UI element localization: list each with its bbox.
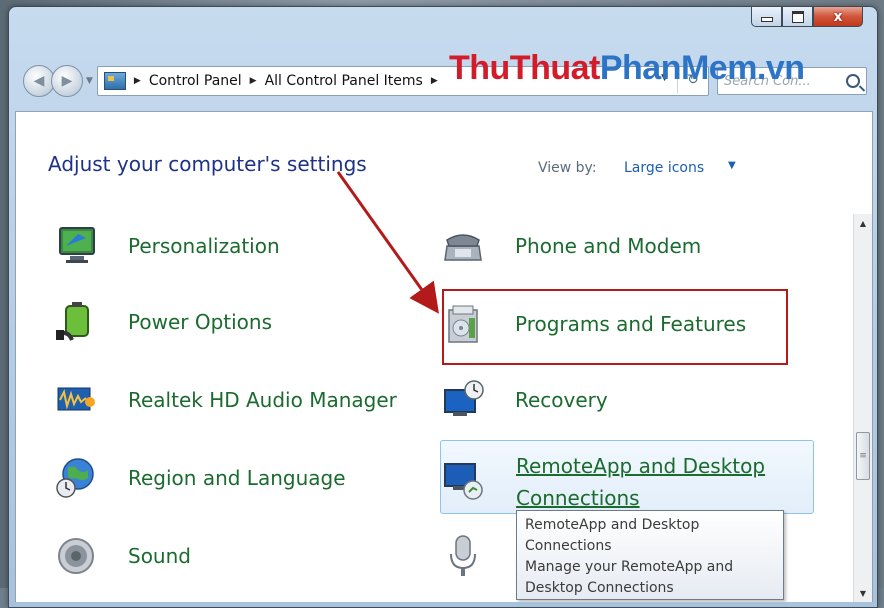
breadcrumb-separator-icon[interactable]: ▶ bbox=[431, 76, 438, 86]
minimize-button[interactable] bbox=[751, 7, 782, 27]
control-panel-window: x ◀ ▶ ▼ ▶ Control Panel ▶ All Control Pa… bbox=[8, 6, 878, 608]
watermark-part2: PhanMem.vn bbox=[599, 49, 805, 87]
recent-pages-dropdown[interactable]: ▼ bbox=[86, 76, 93, 86]
maximize-icon bbox=[791, 10, 804, 23]
minimize-icon bbox=[760, 17, 773, 22]
caption-buttons: x bbox=[751, 7, 863, 27]
forward-arrow-icon: ▶ bbox=[61, 73, 73, 89]
close-icon: x bbox=[833, 8, 843, 25]
breadcrumb-all-items[interactable]: All Control Panel Items bbox=[265, 73, 423, 89]
maximize-button[interactable] bbox=[782, 7, 813, 27]
close-button[interactable]: x bbox=[813, 7, 863, 27]
content-pane: Adjust your computer's settings View by:… bbox=[15, 111, 873, 602]
control-panel-icon bbox=[103, 72, 126, 90]
annotation-arrow bbox=[336, 171, 439, 314]
watermark-part1: ThuThuat bbox=[449, 49, 600, 87]
forward-button[interactable]: ▶ bbox=[51, 65, 83, 97]
breadcrumb-separator-icon[interactable]: ▶ bbox=[134, 76, 141, 86]
breadcrumb-separator-icon[interactable]: ▶ bbox=[250, 76, 257, 86]
watermark: ThuThuatPhanMem.vn bbox=[449, 49, 805, 88]
breadcrumb-control-panel[interactable]: Control Panel bbox=[149, 73, 242, 89]
search-icon[interactable] bbox=[846, 74, 860, 88]
back-arrow-icon: ◀ bbox=[33, 73, 45, 89]
